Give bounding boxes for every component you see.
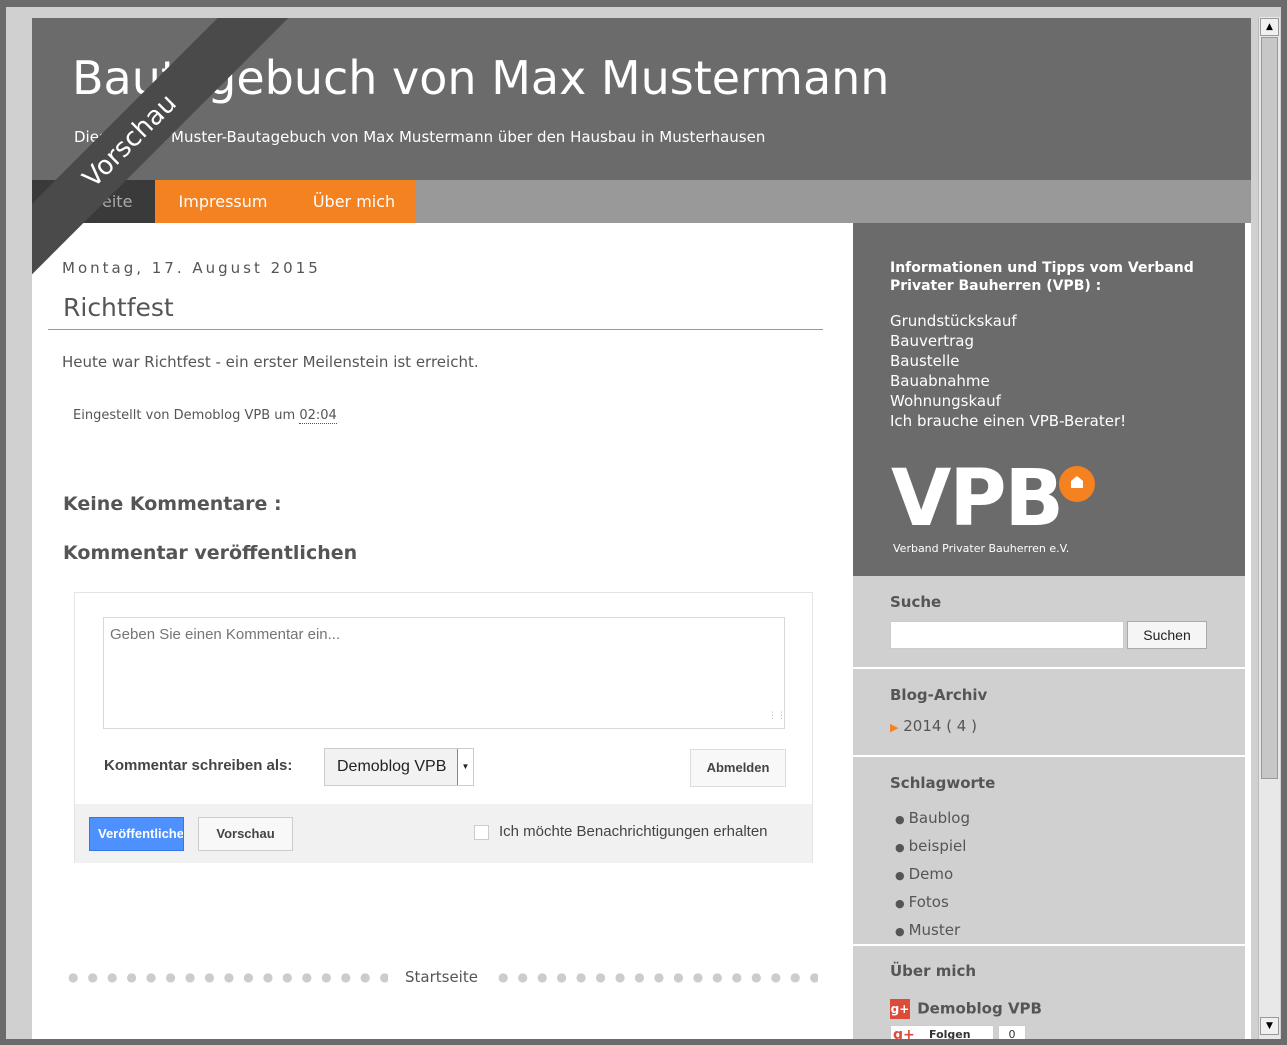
publish-button[interactable]: Veröffentlichen [89, 817, 184, 851]
search-input[interactable] [890, 621, 1124, 649]
comment-actions-bar: Veröffentlichen Vorschau Ich möchte Bena… [75, 804, 812, 863]
bullet-icon: ● [895, 841, 905, 854]
tag-label[interactable]: Baublog [909, 809, 970, 827]
tags-widget-title: Schlagworte [890, 774, 996, 792]
google-plus-icon: g+ [893, 1027, 915, 1039]
archive-item-2014[interactable]: ▶ 2014 ( 4 ) [890, 717, 977, 735]
tag-link[interactable]: ● beispiel [895, 833, 970, 861]
sidebar-divider [853, 755, 1245, 757]
comment-form: ⋮⋮ Kommentar schreiben als: Demoblog VPB… [74, 592, 813, 863]
tag-label[interactable]: beispiel [909, 837, 967, 855]
blog-title[interactable]: Bautagebuch von Max Mustermann [72, 51, 889, 105]
footer-divider-right: ●●●●●●●●●●●●●●●●●●●●●● [498, 970, 818, 984]
comment-form-heading: Kommentar veröffentlichen [63, 542, 358, 564]
resize-handle-icon[interactable]: ⋮⋮ [768, 712, 786, 725]
footer-divider-left: ●●●●●●●●●●●●●●●●●●●●●● [68, 970, 388, 984]
identity-select[interactable]: Demoblog VPB ▼ [324, 748, 474, 786]
sidebar-link[interactable]: Bauvertrag [890, 331, 1126, 351]
tag-link[interactable]: ● Demo [895, 861, 970, 889]
notify-label[interactable]: Ich möchte Benachrichtigungen erhalten [499, 823, 768, 840]
tab-impressum[interactable]: Impressum [155, 180, 291, 223]
blog-description: Dies ist eine Muster-Bautagebuch von Max… [74, 128, 766, 146]
tag-link[interactable]: ● Muster [895, 917, 970, 945]
tags-list: ● Baublog ● beispiel ● Demo ● Fotos ● Muster [895, 805, 970, 945]
sidebar-vpb-panel: Informationen und Tipps vom Verband Priv… [853, 223, 1245, 576]
sidebar-link[interactable]: Ich brauche einen VPB-Berater! [890, 411, 1126, 431]
comment-textarea[interactable] [103, 617, 785, 729]
profile-link[interactable]: g+ Demoblog VPB [890, 999, 1042, 1019]
notify-checkbox[interactable] [474, 825, 489, 840]
sidebar-link[interactable]: Bauabnahme [890, 371, 1126, 391]
blog-header: Bautagebuch von Max Mustermann Dies ist … [32, 18, 1251, 180]
vpb-logo-caption: Verband Privater Bauherren e.V. [893, 542, 1070, 555]
follower-count: 0 [998, 1025, 1026, 1039]
sidebar-info-links: Grundstückskauf Bauvertrag Baustelle Bau… [890, 311, 1126, 431]
sidebar-link[interactable]: Wohnungskauf [890, 391, 1126, 411]
blog-page: Bautagebuch von Max Mustermann Dies ist … [32, 18, 1251, 1039]
footer-home-link[interactable]: Startseite [405, 968, 478, 986]
archive-item-label[interactable]: 2014 ( 4 ) [903, 717, 977, 735]
comments-count-heading: Keine Kommentare : [63, 493, 282, 515]
scrollbar-thumb[interactable] [1261, 37, 1278, 779]
identity-select-value: Demoblog VPB [337, 758, 447, 775]
follow-label: Folgen [929, 1028, 971, 1039]
sidebar-divider [853, 944, 1245, 946]
vpb-logo[interactable]: VPB Verband Privater Bauherren e.V. [891, 454, 1095, 555]
tag-label[interactable]: Muster [909, 921, 961, 939]
post-author-line: Eingestellt von Demoblog VPB um [73, 408, 296, 423]
bullet-icon: ● [895, 869, 905, 882]
post-footer: Eingestellt von Demoblog VPB um 02:04 [73, 408, 337, 424]
tag-label[interactable]: Fotos [909, 893, 949, 911]
post-title[interactable]: Richtfest [63, 293, 174, 322]
house-icon [1059, 466, 1095, 502]
post-body: Heute war Richtfest - ein erster Meilens… [62, 353, 479, 371]
sidebar: Informationen und Tipps vom Verband Priv… [853, 223, 1245, 1039]
google-plus-icon: g+ [890, 999, 910, 1019]
post-time-link[interactable]: 02:04 [299, 408, 337, 424]
main-column: Montag, 17. August 2015 Richtfest Heute … [32, 223, 853, 1039]
sidebar-link[interactable]: Baustelle [890, 351, 1126, 371]
scroll-up-arrow-icon[interactable]: ▲ [1260, 18, 1279, 36]
tab-ueber-mich[interactable]: Über mich [292, 180, 416, 223]
expand-arrow-icon[interactable]: ▶ [890, 721, 898, 734]
about-widget-title: Über mich [890, 962, 977, 980]
signout-button[interactable]: Abmelden [690, 749, 786, 787]
scroll-down-arrow-icon[interactable]: ▼ [1260, 1017, 1279, 1035]
tag-label[interactable]: Demo [909, 865, 954, 883]
post-title-divider [48, 329, 823, 330]
search-button[interactable]: Suchen [1127, 621, 1207, 649]
tab-startseite[interactable]: Startseite [32, 180, 155, 223]
preview-button[interactable]: Vorschau [198, 817, 293, 851]
archive-widget-title: Blog-Archiv [890, 686, 988, 704]
browser-viewport: Bautagebuch von Max Mustermann Dies ist … [6, 7, 1281, 1039]
footer-nav: ●●●●●●●●●●●●●●●●●●●●●● Startseite ●●●●●●… [68, 968, 818, 988]
tag-link[interactable]: ● Baublog [895, 805, 970, 833]
vertical-scrollbar[interactable]: ▲ ▼ [1258, 17, 1280, 1039]
bullet-icon: ● [895, 925, 905, 938]
search-widget-title: Suche [890, 593, 942, 611]
sidebar-link[interactable]: Grundstückskauf [890, 311, 1126, 331]
sidebar-divider [853, 667, 1245, 669]
profile-name[interactable]: Demoblog VPB [917, 1000, 1042, 1018]
page-tabs: Startseite Impressum Über mich [32, 180, 1251, 223]
bullet-icon: ● [895, 897, 905, 910]
sidebar-info-title: Informationen und Tipps vom Verband Priv… [890, 260, 1194, 294]
bullet-icon: ● [895, 813, 905, 826]
post-date: Montag, 17. August 2015 [62, 259, 321, 277]
tag-link[interactable]: ● Fotos [895, 889, 970, 917]
follow-button[interactable]: g+ Folgen [890, 1025, 994, 1039]
chevron-down-icon[interactable]: ▼ [457, 749, 473, 785]
vpb-logo-wordmark: VPB [891, 454, 1064, 544]
write-as-label: Kommentar schreiben als: [104, 757, 293, 774]
